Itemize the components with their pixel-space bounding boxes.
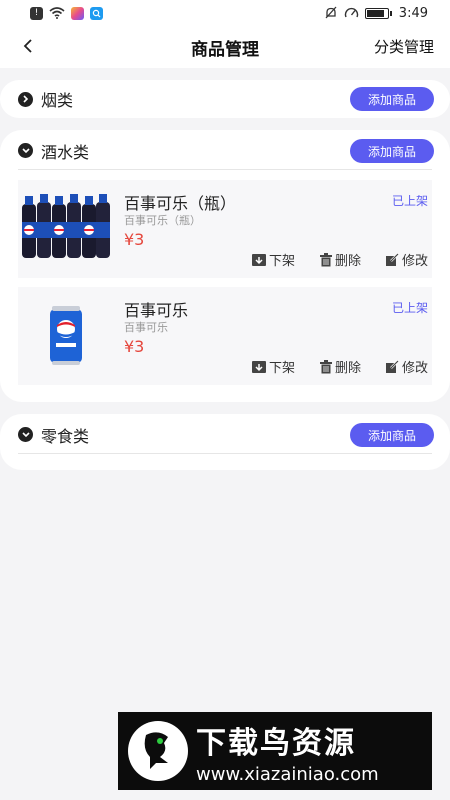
category-card-drinks: 酒水类 添加商品 百事可乐（瓶） 百事可乐（瓶） ¥3 已上架 下架 删除 修改… xyxy=(0,130,450,402)
product-status-badge: 已上架 xyxy=(391,301,428,315)
watermark-banner: 下载鸟资源 www.xiazainiao.com xyxy=(118,712,432,790)
edit-button[interactable]: 修改 xyxy=(385,357,428,376)
watermark-title: 下载鸟资源 xyxy=(196,725,356,761)
bird-logo-icon xyxy=(128,721,188,781)
edit-button[interactable]: 修改 xyxy=(385,250,428,269)
nav-bar: 商品管理 分类管理 xyxy=(0,26,450,68)
edit-label: 修改 xyxy=(401,254,428,269)
product-status-badge: 已上架 xyxy=(391,194,428,208)
app-notification-icon xyxy=(71,6,84,20)
watermark-text: 下载鸟资源 www.xiazainiao.com xyxy=(196,718,379,785)
chevron-down-icon xyxy=(18,427,33,442)
delete-label: 删除 xyxy=(334,254,361,269)
add-product-button[interactable]: 添加商品 xyxy=(350,87,434,111)
alert-icon: ! xyxy=(30,6,43,20)
product-actions: 下架 删除 修改 xyxy=(251,250,428,269)
category-card-cigarettes: 烟类 添加商品 xyxy=(0,80,450,118)
product-name: 百事可乐 xyxy=(124,301,189,320)
battery-icon xyxy=(364,7,392,19)
product-subtitle: 百事可乐（瓶） xyxy=(124,214,201,227)
delete-label: 删除 xyxy=(334,361,361,376)
trash-icon xyxy=(319,252,332,266)
product-actions: 下架 删除 修改 xyxy=(251,357,428,376)
off-shelf-button[interactable]: 下架 xyxy=(251,357,295,376)
add-product-button[interactable]: 添加商品 xyxy=(350,139,434,163)
product-item[interactable]: 百事可乐 百事可乐 ¥3 已上架 下架 删除 修改 xyxy=(18,287,432,385)
search-app-icon xyxy=(90,6,103,20)
product-price: ¥3 xyxy=(124,230,145,249)
off-shelf-icon xyxy=(251,360,266,373)
pepsi-bottles-image xyxy=(18,186,114,272)
watermark-url: www.xiazainiao.com xyxy=(196,763,379,785)
pepsi-can-image xyxy=(18,293,114,379)
battery-level-fill xyxy=(366,9,384,17)
product-subtitle: 百事可乐 xyxy=(124,321,168,334)
off-shelf-label: 下架 xyxy=(268,361,295,376)
edit-icon xyxy=(385,359,399,373)
chevron-right-icon xyxy=(18,91,33,107)
delete-button[interactable]: 删除 xyxy=(319,250,361,269)
product-item[interactable]: 百事可乐（瓶） 百事可乐（瓶） ¥3 已上架 下架 删除 修改 xyxy=(18,180,432,278)
mute-bell-icon xyxy=(325,6,337,19)
status-bar: ! 3:49 xyxy=(0,0,450,26)
add-product-button[interactable]: 添加商品 xyxy=(350,423,434,447)
speed-gauge-icon xyxy=(344,7,358,18)
chevron-down-icon xyxy=(18,143,33,158)
off-shelf-label: 下架 xyxy=(268,254,295,269)
trash-icon xyxy=(319,359,332,373)
off-shelf-button[interactable]: 下架 xyxy=(251,250,295,269)
status-bar-left: ! xyxy=(30,6,103,20)
wifi-icon xyxy=(49,7,65,19)
edit-icon xyxy=(385,252,399,266)
product-name: 百事可乐（瓶） xyxy=(124,194,237,213)
status-bar-right: 3:49 xyxy=(324,6,428,21)
category-manage-button[interactable]: 分类管理 xyxy=(374,36,434,57)
status-time: 3:49 xyxy=(398,5,428,21)
category-name: 零食类 xyxy=(41,426,90,446)
category-name: 烟类 xyxy=(41,91,74,110)
category-name: 酒水类 xyxy=(41,142,90,162)
off-shelf-icon xyxy=(251,253,266,266)
category-card-snacks: 零食类 添加商品 xyxy=(0,414,450,470)
delete-button[interactable]: 删除 xyxy=(319,357,361,376)
product-price: ¥3 xyxy=(124,337,145,356)
edit-label: 修改 xyxy=(401,361,428,376)
